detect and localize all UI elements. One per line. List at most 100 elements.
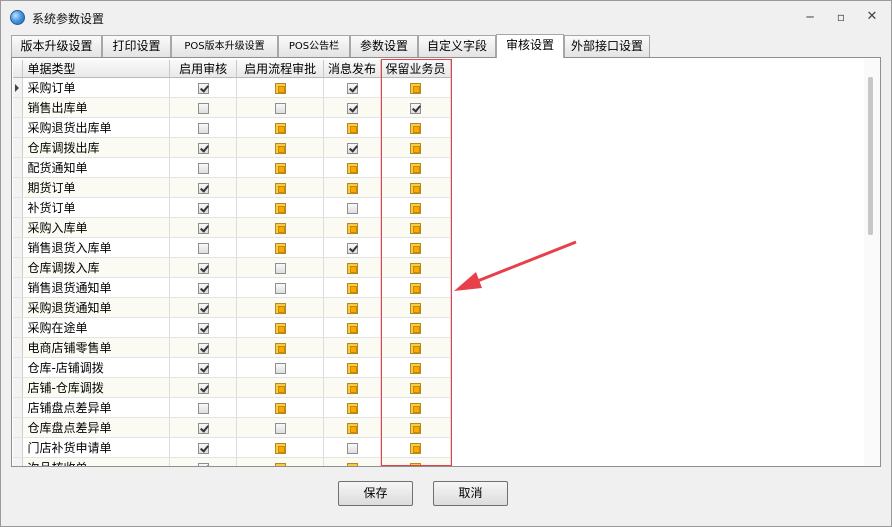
enable-review-checkbox[interactable] [197, 142, 209, 154]
doc-type-cell[interactable]: 采购在途单 [22, 317, 171, 338]
doc-type-cell[interactable]: 采购入库单 [22, 217, 171, 238]
message-publish-checkbox[interactable] [346, 242, 358, 254]
enable-workflow-checkbox[interactable] [274, 242, 286, 254]
minimize-button[interactable]: ─ [799, 9, 821, 25]
doc-type-cell[interactable]: 期货订单 [22, 177, 171, 198]
close-button[interactable]: ✕ [861, 9, 883, 25]
keep-salesman-checkbox[interactable] [410, 462, 421, 466]
enable-review-checkbox[interactable] [197, 122, 209, 134]
table-row[interactable]: 店铺盘点差异单 [13, 397, 451, 418]
enable-workflow-checkbox[interactable] [274, 322, 286, 334]
enable-workflow-checkbox[interactable] [274, 202, 286, 214]
message-publish-checkbox[interactable] [346, 282, 358, 294]
doc-type-cell[interactable]: 采购订单 [22, 77, 171, 98]
enable-workflow-checkbox[interactable] [274, 102, 286, 114]
table-row[interactable]: 补货订单 [13, 197, 451, 218]
enable-review-checkbox[interactable] [197, 462, 209, 466]
column-header-enable-workflow[interactable]: 启用流程审批 [236, 60, 325, 78]
message-publish-checkbox[interactable] [346, 422, 358, 434]
message-publish-checkbox[interactable] [346, 222, 358, 234]
enable-review-checkbox[interactable] [197, 302, 209, 314]
keep-salesman-checkbox[interactable] [410, 282, 421, 294]
message-publish-checkbox[interactable] [346, 362, 358, 374]
keep-salesman-checkbox[interactable] [410, 342, 421, 354]
message-publish-checkbox[interactable] [346, 122, 358, 134]
enable-review-checkbox[interactable] [197, 342, 209, 354]
doc-type-cell[interactable]: 仓库-店铺调拨 [22, 357, 171, 378]
vertical-scrollbar[interactable] [864, 59, 880, 466]
enable-review-checkbox[interactable] [197, 362, 209, 374]
keep-salesman-checkbox[interactable] [410, 242, 421, 254]
message-publish-checkbox[interactable] [346, 442, 358, 454]
enable-workflow-checkbox[interactable] [274, 282, 286, 294]
message-publish-checkbox[interactable] [346, 402, 358, 414]
table-row[interactable]: 仓库调拨入库 [13, 257, 451, 278]
table-row[interactable]: 门店补货申请单 [13, 437, 451, 458]
tab-parameters[interactable]: 参数设置 [350, 35, 418, 57]
tab-version-upgrade[interactable]: 版本升级设置 [11, 35, 102, 57]
enable-review-checkbox[interactable] [197, 282, 209, 294]
table-row[interactable]: 销售出库单 [13, 97, 451, 118]
tab-external-interface[interactable]: 外部接口设置 [564, 35, 650, 57]
keep-salesman-checkbox[interactable] [410, 122, 421, 134]
enable-review-checkbox[interactable] [197, 222, 209, 234]
enable-workflow-checkbox[interactable] [274, 382, 286, 394]
doc-type-cell[interactable]: 次品核收单 [22, 457, 171, 466]
table-row[interactable]: 仓库盘点差异单 [13, 417, 451, 438]
keep-salesman-checkbox[interactable] [410, 442, 421, 454]
enable-review-checkbox[interactable] [197, 382, 209, 394]
message-publish-checkbox[interactable] [346, 302, 358, 314]
tab-custom-fields[interactable]: 自定义字段 [418, 35, 496, 57]
save-button[interactable]: 保存 [338, 481, 413, 506]
tab-pos-bulletin[interactable]: POS公告栏 [278, 35, 350, 57]
table-row[interactable]: 次品核收单 [13, 457, 451, 466]
scrollbar-thumb[interactable] [868, 77, 873, 235]
keep-salesman-checkbox[interactable] [410, 142, 421, 154]
table-row[interactable]: 采购退货出库单 [13, 117, 451, 138]
maximize-button[interactable]: ▫ [830, 9, 852, 25]
message-publish-checkbox[interactable] [346, 82, 358, 94]
message-publish-checkbox[interactable] [346, 462, 358, 466]
message-publish-checkbox[interactable] [346, 342, 358, 354]
enable-workflow-checkbox[interactable] [274, 462, 286, 466]
enable-review-checkbox[interactable] [197, 182, 209, 194]
doc-type-cell[interactable]: 补货订单 [22, 197, 171, 218]
enable-workflow-checkbox[interactable] [274, 302, 286, 314]
table-row[interactable]: 采购退货通知单 [13, 297, 451, 318]
enable-review-checkbox[interactable] [197, 262, 209, 274]
message-publish-checkbox[interactable] [346, 162, 358, 174]
keep-salesman-checkbox[interactable] [410, 422, 421, 434]
message-publish-checkbox[interactable] [346, 142, 358, 154]
keep-salesman-checkbox[interactable] [410, 222, 421, 234]
keep-salesman-checkbox[interactable] [410, 402, 421, 414]
table-row[interactable]: 采购订单 [13, 77, 451, 98]
enable-workflow-checkbox[interactable] [274, 442, 286, 454]
keep-salesman-checkbox[interactable] [410, 182, 421, 194]
doc-type-cell[interactable]: 采购退货通知单 [22, 297, 171, 318]
enable-review-checkbox[interactable] [197, 82, 209, 94]
enable-review-checkbox[interactable] [197, 242, 209, 254]
message-publish-checkbox[interactable] [346, 102, 358, 114]
doc-type-cell[interactable]: 仓库调拨入库 [22, 257, 171, 278]
keep-salesman-checkbox[interactable] [410, 82, 421, 94]
enable-review-checkbox[interactable] [197, 402, 209, 414]
column-header-message-publish[interactable]: 消息发布 [323, 60, 381, 78]
table-row[interactable]: 采购在途单 [13, 317, 451, 338]
table-row[interactable]: 采购入库单 [13, 217, 451, 238]
table-row[interactable]: 仓库-店铺调拨 [13, 357, 451, 378]
enable-workflow-checkbox[interactable] [274, 422, 286, 434]
enable-workflow-checkbox[interactable] [274, 402, 286, 414]
message-publish-checkbox[interactable] [346, 322, 358, 334]
enable-workflow-checkbox[interactable] [274, 342, 286, 354]
message-publish-checkbox[interactable] [346, 262, 358, 274]
enable-review-checkbox[interactable] [197, 322, 209, 334]
message-publish-checkbox[interactable] [346, 202, 358, 214]
column-header-enable-review[interactable]: 启用审核 [169, 60, 238, 78]
table-row[interactable]: 销售退货通知单 [13, 277, 451, 298]
tab-review-settings[interactable]: 审核设置 [496, 34, 564, 58]
enable-workflow-checkbox[interactable] [274, 182, 286, 194]
doc-type-cell[interactable]: 电商店铺零售单 [22, 337, 171, 358]
tab-pos-upgrade[interactable]: POS版本升级设置 [171, 35, 278, 57]
table-row[interactable]: 期货订单 [13, 177, 451, 198]
doc-type-cell[interactable]: 店铺盘点差异单 [22, 397, 171, 418]
